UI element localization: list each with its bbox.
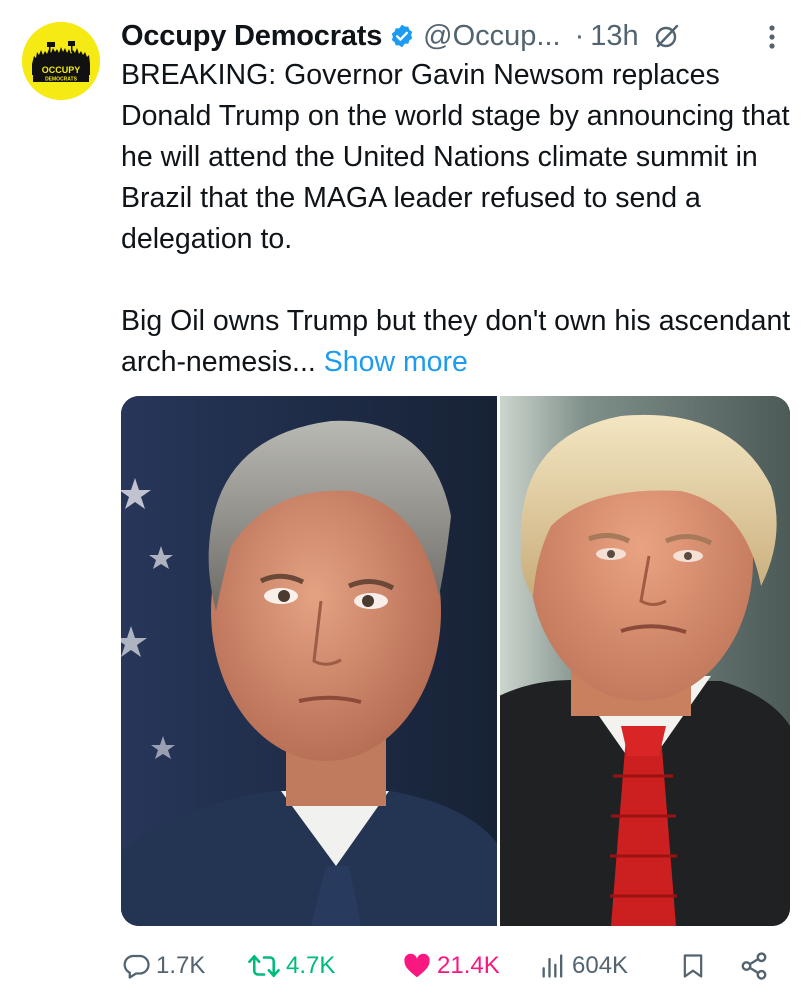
avatar-text-top: OCCUPY: [42, 65, 81, 75]
author-handle[interactable]: @Occup...: [423, 20, 560, 53]
verified-badge-icon[interactable]: [389, 23, 415, 49]
like-count: 21.4K: [437, 952, 500, 979]
views-button[interactable]: 604K: [539, 944, 628, 988]
share-button[interactable]: [739, 944, 769, 988]
author-display-name[interactable]: Occupy Democrats: [121, 20, 382, 53]
tweet-actions-bar: 1.7K 4.7K 21.4K 604K: [121, 944, 791, 988]
tweet-card[interactable]: OCCUPY DEMOCRATS Occupy Democrats @Occup…: [0, 0, 812, 1000]
avatar-text-bottom: DEMOCRATS: [45, 77, 78, 83]
header-separator: ·: [574, 19, 585, 52]
views-count: 604K: [572, 952, 629, 979]
repost-icon: [247, 951, 281, 981]
show-more-link[interactable]: Show more: [324, 346, 468, 378]
repost-button[interactable]: 4.7K: [247, 944, 335, 988]
tweet-timestamp[interactable]: 13h: [590, 20, 638, 53]
tweet-paragraph-1: BREAKING: Governor Gavin Newsom replaces…: [121, 59, 790, 255]
repost-count: 4.7K: [286, 952, 336, 979]
like-icon: [402, 951, 432, 981]
bookmark-icon: [679, 951, 707, 981]
like-button[interactable]: 21.4K: [402, 944, 500, 988]
reply-count: 1.7K: [156, 952, 206, 979]
grok-icon[interactable]: [653, 22, 681, 50]
tweet-header: Occupy Democrats @Occup... · 13h: [121, 16, 791, 56]
reply-icon: [121, 951, 151, 981]
more-options-icon[interactable]: [762, 20, 782, 54]
tweet-media-image[interactable]: [121, 396, 790, 926]
avatar[interactable]: OCCUPY DEMOCRATS: [22, 22, 100, 100]
reply-button[interactable]: 1.7K: [121, 944, 205, 988]
views-icon: [539, 951, 567, 981]
tweet-paragraph-2: Big Oil owns Trump but they don't own hi…: [121, 301, 791, 383]
tweet-text: BREAKING: Governor Gavin Newsom replaces…: [121, 55, 791, 383]
share-icon: [739, 951, 769, 981]
bookmark-button[interactable]: [679, 944, 707, 988]
